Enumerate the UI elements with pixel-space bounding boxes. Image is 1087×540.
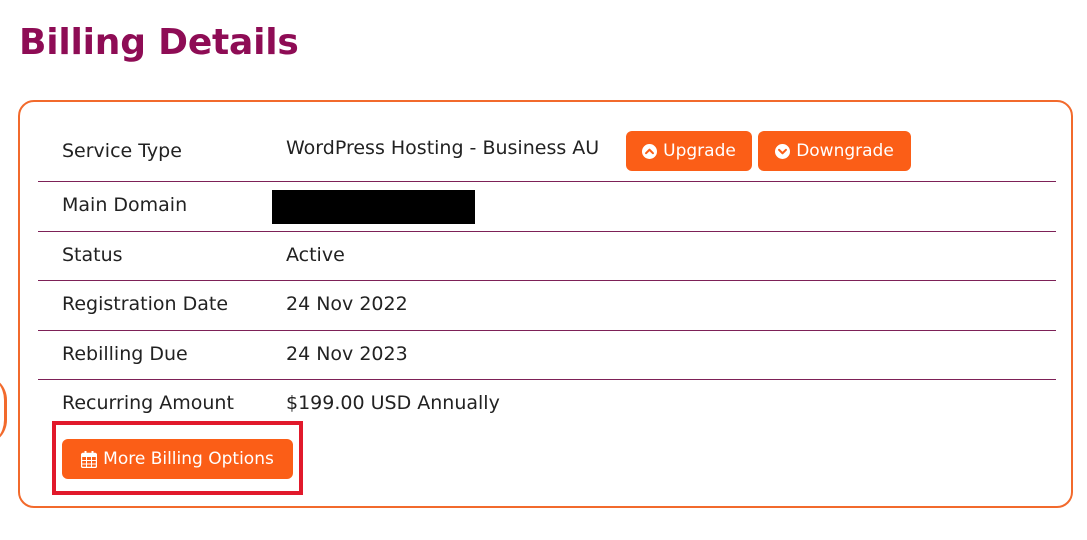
detail-row-status: Status Active: [38, 232, 1056, 281]
upgrade-button-label: Upgrade: [663, 141, 736, 161]
status-value: Active: [286, 244, 345, 266]
decorative-arc: [0, 375, 7, 445]
service-type-value: WordPress Hosting - Business AU: [286, 137, 600, 159]
downgrade-button[interactable]: Downgrade: [758, 131, 911, 171]
detail-row-registration-date: Registration Date 24 Nov 2022: [38, 281, 1056, 331]
chevron-up-circle-icon: [642, 143, 658, 159]
calendar-icon: [81, 450, 98, 468]
detail-row-rebilling-due: Rebilling Due 24 Nov 2023: [38, 331, 1056, 380]
detail-row-service-type: Service Type WordPress Hosting - Busines…: [38, 126, 1056, 182]
registration-date-label: Registration Date: [62, 293, 229, 315]
more-billing-options-button[interactable]: More Billing Options: [62, 439, 293, 479]
upgrade-button[interactable]: Upgrade: [626, 131, 752, 171]
registration-date-value: 24 Nov 2022: [286, 293, 408, 315]
recurring-amount-label: Recurring Amount: [62, 392, 234, 414]
main-domain-value-redacted: [272, 190, 475, 224]
page-title: Billing Details: [19, 22, 299, 63]
downgrade-button-label: Downgrade: [796, 141, 894, 161]
main-domain-label: Main Domain: [62, 194, 188, 216]
service-type-label: Service Type: [62, 140, 182, 162]
more-billing-options-label: More Billing Options: [103, 449, 274, 469]
rebilling-due-value: 24 Nov 2023: [286, 343, 408, 365]
rebilling-due-label: Rebilling Due: [62, 343, 188, 365]
chevron-down-circle-icon: [775, 143, 791, 159]
recurring-amount-value: $199.00 USD Annually: [286, 392, 500, 414]
detail-row-main-domain: Main Domain: [38, 182, 1056, 232]
status-label: Status: [62, 244, 123, 266]
